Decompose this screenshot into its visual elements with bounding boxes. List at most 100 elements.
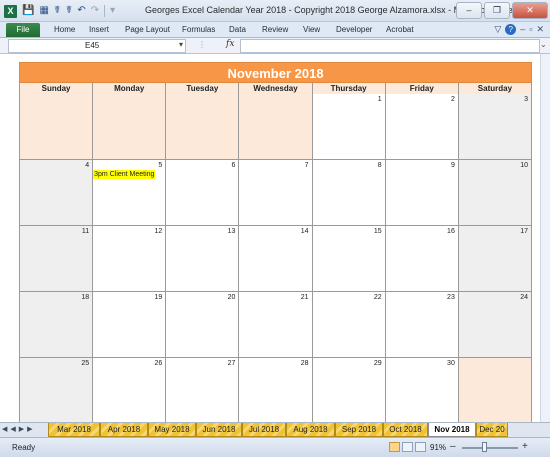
restore-button[interactable]: ❐ bbox=[484, 2, 510, 19]
sheet-tab-jun-2018[interactable]: Jun 2018 bbox=[196, 423, 242, 437]
calendar-day-cell[interactable]: 21 bbox=[239, 292, 313, 358]
calendar-day-cell[interactable]: 3 bbox=[458, 94, 532, 160]
calendar-day-cell[interactable]: 19 bbox=[93, 292, 167, 358]
calendar-day-cell[interactable]: 22 bbox=[312, 292, 386, 358]
normal-view-icon[interactable] bbox=[389, 442, 400, 452]
window-minimize-icon[interactable]: – bbox=[520, 24, 525, 35]
drag-handle-icon[interactable]: ⋮ bbox=[198, 40, 206, 49]
calendar-day-cell[interactable]: 27 bbox=[166, 358, 240, 424]
sheet-tab-jul-2018[interactable]: Jul 2018 bbox=[242, 423, 286, 437]
day-number: 20 bbox=[227, 294, 236, 301]
save-icon[interactable]: 💾 bbox=[22, 4, 34, 18]
sheet-tab-aug-2018[interactable]: Aug 2018 bbox=[286, 423, 335, 437]
zoom-slider-thumb[interactable] bbox=[482, 442, 487, 452]
help-icon[interactable]: ? bbox=[505, 24, 517, 35]
calendar-day-cell[interactable]: 29 bbox=[312, 358, 386, 424]
sheet-tab-apr-2018[interactable]: Apr 2018 bbox=[100, 423, 148, 437]
sheet-tab-nov-2018[interactable]: Nov 2018 bbox=[428, 423, 476, 437]
sheet-tab-mar-2018[interactable]: Mar 2018 bbox=[48, 423, 100, 437]
day-number: 11 bbox=[81, 228, 90, 235]
tab-page-layout[interactable]: Page Layout bbox=[125, 23, 170, 37]
tab-home[interactable]: Home bbox=[54, 23, 75, 37]
calendar-day-cell[interactable]: 20 bbox=[166, 292, 240, 358]
chevron-down-icon[interactable]: ▾ bbox=[179, 40, 183, 49]
calendar-empty-cell[interactable] bbox=[166, 94, 240, 160]
window-restore-icon[interactable]: ▫ bbox=[529, 24, 532, 35]
sheet-tab-sep-2018[interactable]: Sep 2018 bbox=[335, 423, 383, 437]
calendar-day-cell[interactable]: 11 bbox=[20, 226, 94, 292]
tab-developer[interactable]: Developer bbox=[336, 23, 372, 37]
formula-input[interactable] bbox=[240, 39, 540, 53]
calendar-day-cell[interactable]: 12 bbox=[93, 226, 167, 292]
calendar-day-cell[interactable]: 5 3pm Client Meeting bbox=[93, 160, 167, 226]
expand-formula-bar-icon[interactable]: ⌄ bbox=[540, 40, 548, 52]
minimize-button[interactable]: – bbox=[456, 2, 482, 19]
tab-acrobat[interactable]: Acrobat bbox=[386, 23, 414, 37]
calendar-event[interactable]: 3pm Client Meeting bbox=[93, 170, 156, 179]
status-bar: Ready 91% – + bbox=[0, 437, 550, 457]
calendar-day-cell[interactable]: 10 bbox=[458, 160, 532, 226]
zoom-slider[interactable] bbox=[462, 447, 518, 449]
tab-file[interactable]: File bbox=[6, 23, 40, 37]
calendar-day-cell[interactable]: 26 bbox=[93, 358, 167, 424]
binoculars-icon[interactable]: ☤ bbox=[66, 4, 73, 18]
tab-formulas[interactable]: Formulas bbox=[182, 23, 215, 37]
zoom-out-button[interactable]: – bbox=[450, 441, 456, 452]
calendar-day-cell[interactable]: 24 bbox=[458, 292, 532, 358]
calendar-day-cell[interactable]: 1 bbox=[312, 94, 386, 160]
binoculars-icon[interactable]: ☤ bbox=[54, 4, 61, 18]
next-sheet-icon[interactable]: ▶ bbox=[19, 425, 24, 433]
tab-insert[interactable]: Insert bbox=[89, 23, 109, 37]
calendar-day-cell[interactable]: 28 bbox=[239, 358, 313, 424]
sheet-tab-may-2018[interactable]: May 2018 bbox=[148, 423, 196, 437]
insert-function-button[interactable]: fx bbox=[226, 39, 234, 49]
day-number: 29 bbox=[373, 360, 382, 367]
calendar-day-cell[interactable]: 23 bbox=[385, 292, 459, 358]
grid-icon[interactable]: ▦ bbox=[39, 4, 48, 18]
ribbon-minimize-icon[interactable]: ▽ bbox=[494, 24, 501, 35]
calendar-day-cell[interactable]: 13 bbox=[166, 226, 240, 292]
last-sheet-icon[interactable]: ▶ bbox=[27, 425, 32, 433]
calendar-day-cell[interactable]: 8 bbox=[312, 160, 386, 226]
calendar-day-cell[interactable]: 14 bbox=[239, 226, 313, 292]
sheet-tab-dec-2018[interactable]: Dec 20 bbox=[476, 423, 508, 437]
calendar-day-cell[interactable]: 25 bbox=[20, 358, 94, 424]
calendar-empty-cell[interactable] bbox=[93, 94, 167, 160]
zoom-in-button[interactable]: + bbox=[522, 441, 528, 452]
calendar-day-cell[interactable]: 7 bbox=[239, 160, 313, 226]
calendar-day-cell[interactable]: 4 bbox=[20, 160, 94, 226]
calendar-day-cell[interactable]: 18 bbox=[20, 292, 94, 358]
tab-review[interactable]: Review bbox=[262, 23, 288, 37]
name-box[interactable]: E45 ▾ bbox=[8, 39, 186, 53]
prev-sheet-icon[interactable]: ◀ bbox=[10, 425, 15, 433]
calendar-day-cell[interactable]: 2 bbox=[385, 94, 459, 160]
day-number: 17 bbox=[520, 228, 528, 235]
customize-icon[interactable]: ▾ bbox=[110, 4, 115, 18]
tab-view[interactable]: View bbox=[303, 23, 320, 37]
calendar-day-cell[interactable]: 16 bbox=[385, 226, 459, 292]
calendar-day-cell[interactable]: 15 bbox=[312, 226, 386, 292]
page-break-view-icon[interactable] bbox=[415, 442, 426, 452]
undo-icon[interactable]: ↶ bbox=[77, 4, 85, 18]
first-sheet-icon[interactable]: ◀ bbox=[2, 425, 7, 433]
calendar-day-cell[interactable]: 17 bbox=[458, 226, 532, 292]
calendar-day-cell[interactable]: 6 bbox=[166, 160, 240, 226]
worksheet[interactable]: November 2018 Sunday Monday Tuesday Wedn… bbox=[0, 54, 550, 424]
window-close-icon[interactable]: ✕ bbox=[536, 24, 544, 35]
close-button[interactable]: ✕ bbox=[512, 2, 548, 19]
calendar-empty-cell[interactable] bbox=[20, 94, 94, 160]
calendar-grid: 1 2 3 4 5 3pm Client Meeting 6 7 8 9 10 11 12 13 14 15 1… bbox=[19, 94, 532, 424]
day-number: 3 bbox=[524, 96, 528, 103]
calendar-empty-cell[interactable] bbox=[239, 94, 313, 160]
calendar-day-cell[interactable]: 9 bbox=[385, 160, 459, 226]
page-layout-view-icon[interactable] bbox=[402, 442, 413, 452]
vertical-scrollbar[interactable] bbox=[540, 54, 550, 422]
excel-app-icon[interactable]: X bbox=[4, 4, 17, 18]
calendar-day-cell[interactable]: 30 bbox=[385, 358, 459, 424]
zoom-level[interactable]: 91% bbox=[430, 443, 446, 452]
redo-icon[interactable]: ↷ bbox=[91, 4, 99, 18]
sheet-tab-oct-2018[interactable]: Oct 2018 bbox=[383, 423, 428, 437]
calendar-empty-cell[interactable] bbox=[458, 358, 532, 424]
day-number: 27 bbox=[227, 360, 236, 367]
tab-data[interactable]: Data bbox=[229, 23, 246, 37]
